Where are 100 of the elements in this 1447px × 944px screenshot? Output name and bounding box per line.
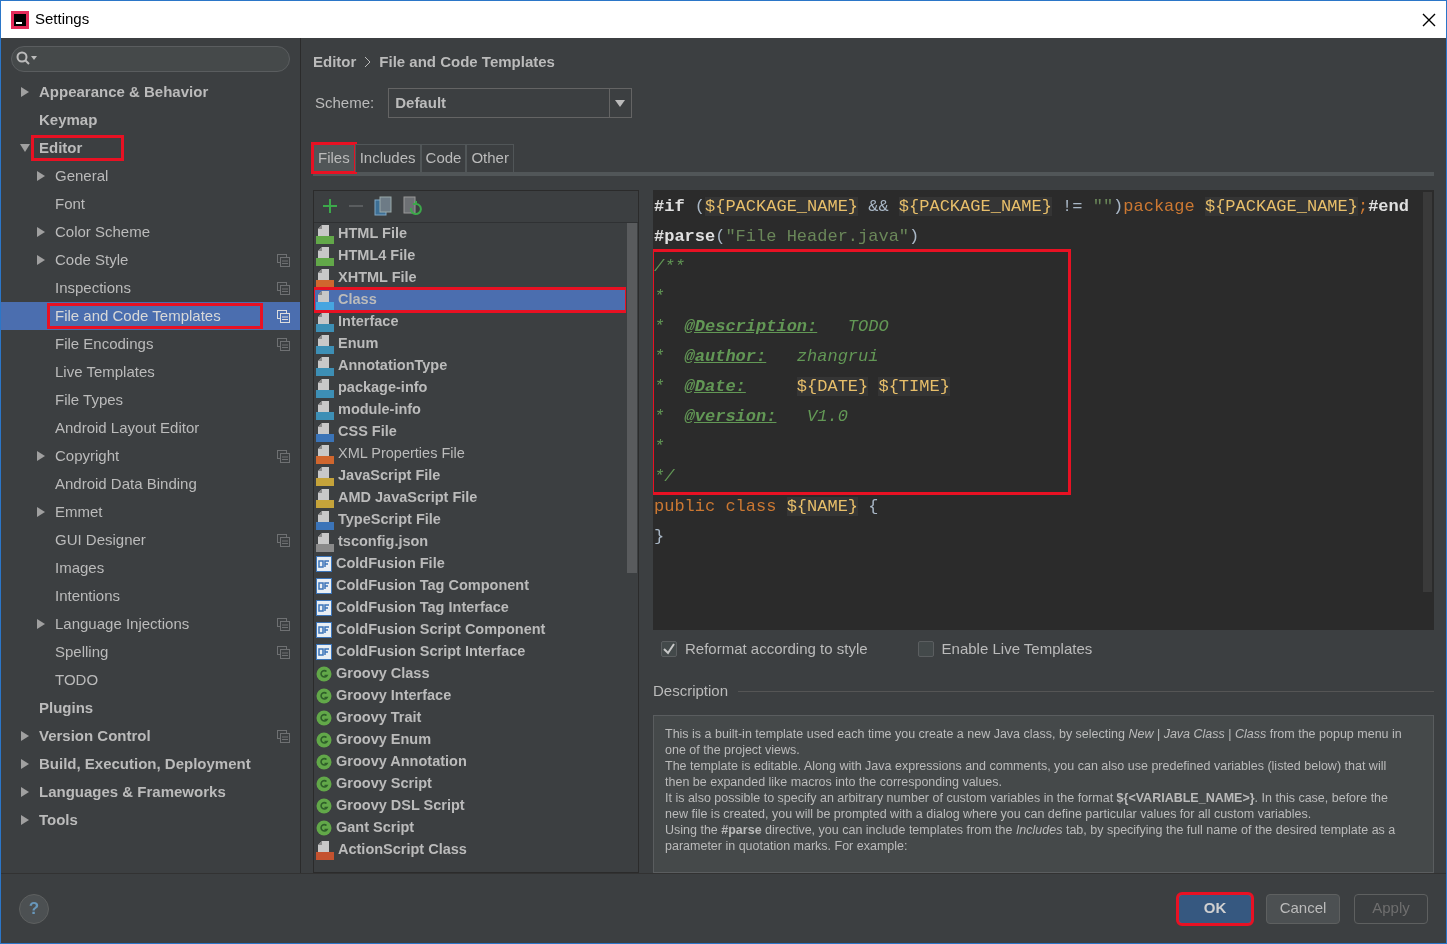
description-text: It is also possible to specify an arbitrary number of custom variables in the format ${<VARIABLE_NAME>}. In this case, before the new file is created, you will be prompted with a dialog where you can define particular values for all custom variables.	[665, 789, 1390, 822]
template-item[interactable]: Groovy Interface	[314, 684, 626, 707]
sidebar-item[interactable]: Color Scheme	[1, 218, 300, 246]
file-icon	[316, 311, 334, 332]
expand-arrow-icon[interactable]	[20, 86, 30, 98]
template-item[interactable]: Groovy Script	[314, 772, 626, 795]
sidebar-item[interactable]: Inspections	[1, 274, 300, 302]
template-item[interactable]: Groovy Trait	[314, 706, 626, 729]
code-line: * @author: zhangrui	[654, 345, 880, 368]
sidebar-item[interactable]: Languages & Frameworks	[1, 778, 300, 806]
expand-arrow-icon[interactable]	[20, 758, 30, 770]
sidebar-item[interactable]: Images	[1, 554, 300, 582]
template-item[interactable]: AnnotationType	[314, 354, 626, 377]
breadcrumb-item[interactable]: Editor	[313, 50, 357, 74]
dialog-button[interactable]: OK	[1178, 893, 1252, 924]
expand-arrow-icon[interactable]	[20, 730, 30, 742]
breadcrumb-item[interactable]: File and Code Templates	[379, 50, 555, 74]
template-item[interactable]: CSS File	[314, 420, 626, 443]
tab[interactable]: Includes	[354, 144, 421, 172]
sidebar-item[interactable]: Language Injections	[1, 610, 300, 638]
checkbox-label[interactable]: Reformat according to style	[685, 637, 868, 660]
template-item[interactable]: module-info	[314, 398, 626, 421]
checkbox[interactable]	[661, 640, 677, 657]
expand-arrow-icon[interactable]	[36, 506, 46, 518]
sidebar-item[interactable]: Plugins	[1, 694, 300, 722]
template-item[interactable]: HTML File	[314, 222, 626, 245]
file-icon	[316, 443, 334, 464]
template-item[interactable]: TypeScript File	[314, 508, 626, 531]
expand-arrow-icon[interactable]	[20, 814, 30, 826]
coldfusion-file-icon	[316, 621, 332, 638]
template-item[interactable]: XHTML File	[314, 266, 626, 289]
expand-arrow-icon[interactable]	[36, 254, 46, 266]
collapse-arrow-icon[interactable]	[19, 143, 31, 153]
sidebar-item[interactable]: Spelling	[1, 638, 300, 666]
file-icon	[316, 289, 334, 310]
sidebar-item[interactable]: Appearance & Behavior	[1, 78, 300, 106]
chevron-icon	[364, 56, 372, 68]
expand-arrow-icon[interactable]	[36, 618, 46, 630]
sidebar-item[interactable]: Tools	[1, 806, 300, 834]
code-editor[interactable]	[653, 189, 1434, 630]
sidebar-item[interactable]: Keymap	[1, 106, 300, 134]
sidebar-item[interactable]: GUI Designer	[1, 526, 300, 554]
code-line: #if (${PACKAGE_NAME} && ${PACKAGE_NAME} != "")package ${PACKAGE_NAME};#end	[654, 195, 1409, 218]
sidebar-item[interactable]: Copyright	[1, 442, 300, 470]
sidebar-item[interactable]: File and Code Templates	[1, 302, 300, 330]
file-icon	[316, 399, 334, 420]
checkbox[interactable]	[917, 640, 934, 657]
template-item[interactable]: ColdFusion Tag Interface	[314, 596, 626, 619]
scheme-dropdown[interactable]: Default	[388, 88, 633, 118]
add-icon[interactable]	[322, 198, 338, 214]
template-item[interactable]: ColdFusion Script Component	[314, 618, 626, 641]
template-item[interactable]: Gant Script	[314, 816, 626, 839]
template-item[interactable]: ColdFusion Tag Component	[314, 574, 626, 597]
expand-arrow-icon[interactable]	[36, 450, 46, 462]
groovy-file-icon	[316, 775, 332, 792]
search-icon	[16, 51, 38, 67]
sidebar-item[interactable]: General	[1, 162, 300, 190]
template-item[interactable]: Interface	[314, 310, 626, 333]
sidebar-item[interactable]: TODO	[1, 666, 300, 694]
file-icon	[316, 839, 334, 860]
tab[interactable]: Code	[420, 144, 467, 172]
copy-icon[interactable]	[374, 196, 392, 216]
tab[interactable]: Other	[466, 144, 514, 172]
sidebar-item[interactable]: Emmet	[1, 498, 300, 526]
sidebar-item[interactable]: Version Control	[1, 722, 300, 750]
template-item[interactable]: Groovy Annotation	[314, 750, 626, 773]
template-item[interactable]: tsconfig.json	[314, 530, 626, 553]
template-item[interactable]: HTML4 File	[314, 244, 626, 267]
template-item[interactable]: Groovy Enum	[314, 728, 626, 751]
expand-arrow-icon[interactable]	[36, 226, 46, 238]
expand-arrow-icon[interactable]	[20, 786, 30, 798]
template-item[interactable]: ColdFusion File	[314, 552, 626, 575]
template-item[interactable]: XML Properties File	[314, 442, 626, 465]
template-item[interactable]: JavaScript File	[314, 464, 626, 487]
template-item[interactable]: AMD JavaScript File	[314, 486, 626, 509]
sidebar-item[interactable]: File Encodings	[1, 330, 300, 358]
code-line: }	[654, 525, 666, 548]
template-item[interactable]: ActionScript Class	[314, 838, 626, 861]
expand-arrow-icon[interactable]	[36, 170, 46, 182]
reset-icon[interactable]	[402, 196, 422, 216]
checkbox-label[interactable]: Enable Live Templates	[941, 637, 1093, 660]
sidebar-item[interactable]: Editor	[1, 134, 300, 162]
sidebar-item[interactable]: Build, Execution, Deployment	[1, 750, 300, 778]
sidebar-item[interactable]: Live Templates	[1, 358, 300, 386]
template-item[interactable]: package-info	[314, 376, 626, 399]
sidebar-item[interactable]: Android Data Binding	[1, 470, 300, 498]
template-item[interactable]: Groovy Class	[314, 662, 626, 685]
sidebar-item[interactable]: Code Style	[1, 246, 300, 274]
tab[interactable]: Files	[313, 144, 355, 172]
template-item[interactable]: ColdFusion Script Interface	[314, 640, 626, 663]
template-item[interactable]: Groovy DSL Script	[314, 794, 626, 817]
dialog-button[interactable]: Cancel	[1266, 893, 1340, 924]
template-item[interactable]: Enum	[314, 332, 626, 355]
sidebar-item[interactable]: Android Layout Editor	[1, 414, 300, 442]
search-field[interactable]	[11, 46, 290, 72]
file-icon	[316, 333, 334, 354]
sidebar-item[interactable]: File Types	[1, 386, 300, 414]
close-icon[interactable]	[1422, 12, 1436, 27]
sidebar-item[interactable]: Intentions	[1, 582, 300, 610]
sidebar-item[interactable]: Font	[1, 190, 300, 218]
